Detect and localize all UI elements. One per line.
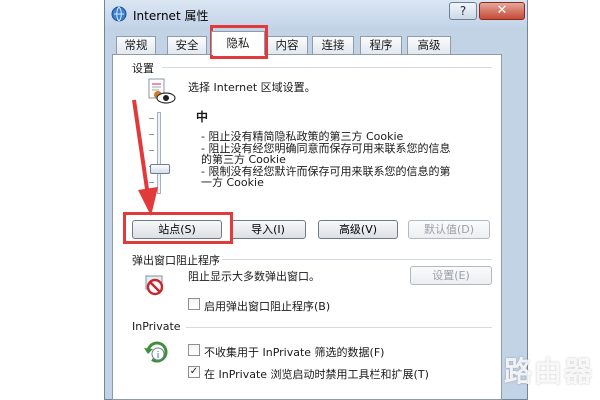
popup-blocker-section-label: 弹出窗口阻止程序 xyxy=(132,254,220,267)
inprivate-toolbar-label[interactable]: 在 InPrivate 浏览启动时禁用工具栏和扩展(T) xyxy=(204,366,429,382)
privacy-description-5: 一方 Cookie xyxy=(201,176,264,189)
tab-privacy[interactable]: 隐私 xyxy=(211,31,265,55)
red-arrow-icon xyxy=(132,99,158,216)
title-bar[interactable]: Internet 属性 ? ✕ xyxy=(105,0,527,28)
enable-popup-blocker-checkbox[interactable] xyxy=(188,298,200,310)
inprivate-filter-checkbox[interactable] xyxy=(188,344,200,356)
svg-text:i: i xyxy=(157,351,160,361)
advanced-button[interactable]: 高级(V) xyxy=(318,220,398,239)
privacy-level: 中 xyxy=(196,110,209,124)
settings-divider xyxy=(162,67,492,68)
popup-blocker-icon xyxy=(144,274,166,296)
default-button: 默认值(D) xyxy=(408,220,490,239)
inprivate-icon: i xyxy=(142,338,170,366)
popup-divider xyxy=(222,259,492,260)
tab-security[interactable]: 安全 xyxy=(167,36,207,54)
inprivate-section-label: InPrivate xyxy=(132,320,181,333)
popup-blocker-description: 阻止显示大多数弹出窗口。 xyxy=(188,270,320,283)
import-button[interactable]: 导入(I) xyxy=(230,220,306,239)
tab-programs[interactable]: 程序 xyxy=(360,36,402,54)
inprivate-filter-label[interactable]: 不收集用于 InPrivate 筛选的数据(F) xyxy=(204,344,384,360)
settings-section-label: 设置 xyxy=(132,62,154,75)
router-logo-icon xyxy=(453,343,497,387)
close-button[interactable]: ✕ xyxy=(479,2,525,20)
watermark-text: 路由器 xyxy=(504,355,595,388)
tab-general[interactable]: 常规 xyxy=(116,36,156,54)
internet-options-icon xyxy=(111,6,127,22)
inprivate-divider xyxy=(186,327,492,328)
window-title: Internet 属性 xyxy=(133,9,209,23)
enable-popup-blocker-label[interactable]: 启用弹出窗口阻止程序(B) xyxy=(204,298,330,314)
tab-content[interactable]: 内容 xyxy=(266,36,308,54)
tab-connections[interactable]: 连接 xyxy=(312,36,354,54)
popup-settings-button: 设置(E) xyxy=(410,266,492,285)
help-button[interactable]: ? xyxy=(449,2,477,20)
tab-advanced[interactable]: 高级 xyxy=(407,36,451,54)
watermark: 路由器 xyxy=(450,330,600,400)
inprivate-toolbar-checkbox[interactable]: ✓ xyxy=(188,366,200,378)
zone-instruction: 选择 Internet 区域设置。 xyxy=(188,81,316,94)
